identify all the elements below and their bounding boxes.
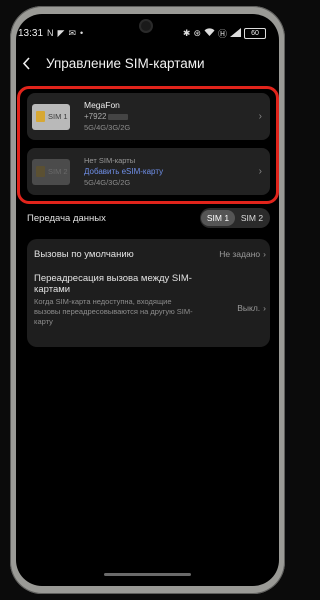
call-forwarding-description: Когда SIM-карта недоступна, входящие выз… xyxy=(34,297,193,326)
sim-card-icon: SIM 1 xyxy=(32,103,70,130)
data-sim2-option[interactable]: SIM 2 xyxy=(235,210,269,226)
home-indicator[interactable] xyxy=(104,573,191,576)
sim1-number-row: +7922 xyxy=(84,111,130,122)
chevron-right-icon: › xyxy=(263,303,266,313)
bluetooth-icon: ✱ xyxy=(182,27,191,38)
page-header: Управление SIM-картами xyxy=(22,52,272,74)
redacted-number xyxy=(108,113,129,120)
chevron-right-icon: › xyxy=(263,249,266,259)
call-forwarding-value: Выкл. xyxy=(237,303,261,313)
default-calls-row[interactable]: Вызовы по умолчанию Не задано › xyxy=(34,245,266,263)
page-title: Управление SIM-картами xyxy=(46,55,205,71)
calls-settings-card: Вызовы по умолчанию Не задано › Переадре… xyxy=(27,239,270,347)
sim2-card[interactable]: SIM 2 Нет SIM-карты Добавить eSIM-карту … xyxy=(27,148,270,195)
signal-icon xyxy=(230,27,241,39)
sim1-number: +7922 xyxy=(84,112,107,121)
chevron-right-icon: › xyxy=(258,111,262,122)
data-transfer-row: Передача данных SIM 1 SIM 2 xyxy=(27,208,270,228)
hd-icon: Ⓗ xyxy=(217,28,227,39)
data-sim-selector: SIM 1 SIM 2 xyxy=(200,208,270,228)
dot-icon: • xyxy=(80,28,84,38)
default-calls-label: Вызовы по умолчанию xyxy=(34,248,134,260)
telegram-icon: ◤ xyxy=(57,27,65,38)
wifi-icon xyxy=(204,27,215,39)
notification-icon: N xyxy=(47,28,54,38)
sim1-operator: MegaFon xyxy=(84,100,120,110)
sim-chip xyxy=(36,165,45,177)
chevron-left-icon xyxy=(22,56,30,70)
back-button[interactable] xyxy=(22,53,42,73)
call-forwarding-row[interactable]: Переадресация вызова между SIM-картами К… xyxy=(34,273,266,339)
default-calls-value-wrap: Не задано › xyxy=(219,249,266,259)
battery-icon: 60 xyxy=(244,27,266,39)
status-bar: 13:31 N ◤ ✉ • ✱ ⊛ Ⓗ 60 xyxy=(18,26,266,40)
add-esim-link[interactable]: Добавить eSIM-карту xyxy=(84,166,163,177)
call-forwarding-title: Переадресация вызова между SIM-картами xyxy=(34,273,192,295)
sim1-slot-label: SIM 1 xyxy=(48,111,68,121)
sim2-slot-label: SIM 2 xyxy=(48,166,68,176)
sim2-network: 5G/4G/3G/2G xyxy=(84,178,131,187)
sim1-card[interactable]: SIM 1 MegaFon +7922 5G/4G/3G/2G › xyxy=(27,93,270,140)
mail-icon: ✉ xyxy=(68,27,76,38)
default-calls-value: Не задано xyxy=(219,249,261,259)
nfc-icon: ⊛ xyxy=(193,27,201,38)
sim2-status: Нет SIM-карты xyxy=(84,156,136,165)
sim1-network: 5G/4G/3G/2G xyxy=(84,123,131,132)
chevron-right-icon: › xyxy=(258,166,262,177)
call-forwarding-value-wrap: Выкл. › xyxy=(237,303,266,313)
data-transfer-label: Передача данных xyxy=(27,212,106,224)
data-sim1-option[interactable]: SIM 1 xyxy=(201,210,235,226)
sim-chip xyxy=(36,110,45,122)
sim-card-icon: SIM 2 xyxy=(32,158,70,185)
status-time: 13:31 xyxy=(18,27,44,39)
